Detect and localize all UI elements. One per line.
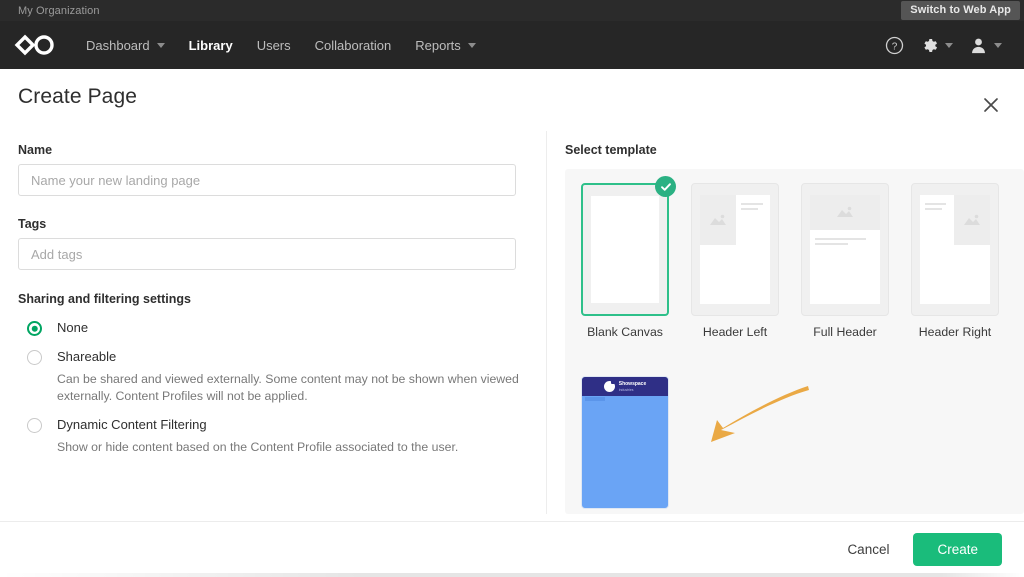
- template-name: Header Right: [918, 325, 992, 339]
- nav-item-label: Reports: [415, 37, 461, 53]
- radio-button-dynamic-content-filtering[interactable]: [27, 418, 42, 433]
- organization-name: My Organization: [18, 4, 100, 17]
- brand-title: Showspace Industries: [618, 380, 647, 392]
- template-preview-header-right: [920, 195, 990, 304]
- nav-items: Dashboard Library Users Collaboration Re…: [74, 32, 488, 59]
- infinity-logo[interactable]: [14, 33, 56, 57]
- user-icon[interactable]: [969, 36, 1002, 55]
- create-page-modal: Create Page Name Tags Sharing and filter…: [0, 69, 1024, 577]
- showspace-logo-icon: [603, 380, 615, 392]
- create-button[interactable]: Create: [913, 533, 1002, 566]
- template-row-2: ShowspaceIndustries Template for Int ern…: [581, 376, 1024, 514]
- template-thumbnail[interactable]: Showspace Industries: [581, 376, 669, 509]
- radio-option-dynamic-content-filtering[interactable]: Dynamic Content Filtering Show or hide c…: [18, 417, 528, 456]
- nav-item-label: Dashboard: [86, 37, 150, 53]
- template-preview-blank: [591, 196, 659, 303]
- nav-item-reports[interactable]: Reports: [403, 32, 488, 59]
- radio-option-none[interactable]: None: [18, 320, 528, 336]
- template-name: Header Left: [702, 325, 768, 339]
- nav-item-label: Collaboration: [314, 37, 392, 53]
- radio-label: Shareable: [57, 349, 117, 364]
- nav-item-dashboard[interactable]: Dashboard: [74, 32, 177, 59]
- radio-option-shareable[interactable]: Shareable Can be shared and viewed exter…: [18, 349, 528, 404]
- svg-text:?: ?: [892, 41, 898, 52]
- radio-label: Dynamic Content Filtering: [57, 417, 207, 432]
- radio-description: Can be shared and viewed externally. Som…: [57, 372, 519, 403]
- page-bottom-shadow: [0, 573, 1024, 577]
- template-card-header-right[interactable]: Header Right: [911, 183, 999, 340]
- template-surface: Blank Canvas Header Left Full Header Hea…: [565, 169, 1024, 514]
- template-preview-full-header: [810, 195, 880, 304]
- radio-button-shareable[interactable]: [27, 350, 42, 365]
- radio-description: Show or hide content based on the Conten…: [57, 440, 459, 454]
- main-navbar: Dashboard Library Users Collaboration Re…: [0, 21, 1024, 69]
- nav-item-library[interactable]: Library: [177, 32, 245, 59]
- template-card-blank-canvas[interactable]: Blank Canvas: [581, 176, 676, 340]
- radio-label: None: [57, 320, 89, 335]
- radio-button-none[interactable]: [27, 321, 42, 336]
- template-thumbnail[interactable]: [581, 176, 676, 316]
- template-pane: Select template Blank Canvas Header Left…: [547, 131, 1024, 514]
- brand-subtitle: Industries: [618, 387, 634, 392]
- pointer-arrow: [681, 384, 811, 469]
- template-accent-strip: [585, 397, 605, 401]
- nav-item-collaboration[interactable]: Collaboration: [303, 32, 404, 59]
- nav-right-actions: ?: [885, 36, 1010, 55]
- template-card-header-left[interactable]: Header Left: [691, 183, 779, 340]
- modal-footer: Cancel Create: [0, 521, 1024, 577]
- name-input[interactable]: [18, 164, 516, 196]
- template-thumbnail[interactable]: [911, 183, 999, 316]
- name-label: Name: [18, 143, 53, 157]
- template-row-1: Blank Canvas Header Left Full Header Hea…: [581, 176, 1024, 340]
- template-preview-header-left: [700, 195, 770, 304]
- template-thumbnail[interactable]: [801, 183, 889, 316]
- chevron-down-icon: [945, 42, 953, 48]
- template-card-full-header[interactable]: Full Header: [801, 183, 889, 340]
- tags-input[interactable]: [18, 238, 516, 270]
- chevron-down-icon: [467, 42, 476, 48]
- select-template-title: Select template: [565, 143, 657, 157]
- template-name: Blank Canvas: [587, 325, 663, 339]
- form-pane: Name Tags Sharing and filtering settings…: [0, 131, 547, 514]
- top-strip: My Organization Switch to Web App: [0, 0, 1024, 21]
- sharing-settings-title: Sharing and filtering settings: [18, 292, 191, 306]
- check-circle-icon: [655, 176, 676, 197]
- nav-item-users[interactable]: Users: [245, 32, 303, 59]
- modal-header: Create Page: [0, 69, 1024, 131]
- chevron-down-icon: [994, 42, 1002, 48]
- nav-item-label: Library: [188, 37, 233, 53]
- template-name: Full Header: [813, 325, 877, 339]
- nav-item-label: Users: [256, 37, 291, 53]
- template-thumbnail[interactable]: [691, 183, 779, 316]
- template-brand-header: Showspace Industries: [582, 377, 668, 396]
- page-title: Create Page: [18, 85, 138, 108]
- switch-to-web-app-button[interactable]: Switch to Web App: [901, 1, 1020, 20]
- cancel-button[interactable]: Cancel: [841, 534, 895, 565]
- help-circle-icon[interactable]: ?: [885, 36, 904, 55]
- chevron-down-icon: [156, 42, 165, 48]
- modal-body: Name Tags Sharing and filtering settings…: [0, 131, 1024, 514]
- close-icon[interactable]: [980, 94, 1002, 116]
- tags-label: Tags: [18, 217, 47, 231]
- template-card-internal-marketing[interactable]: ShowspaceIndustries Template for Int ern…: [581, 376, 669, 514]
- gear-icon[interactable]: [920, 36, 953, 55]
